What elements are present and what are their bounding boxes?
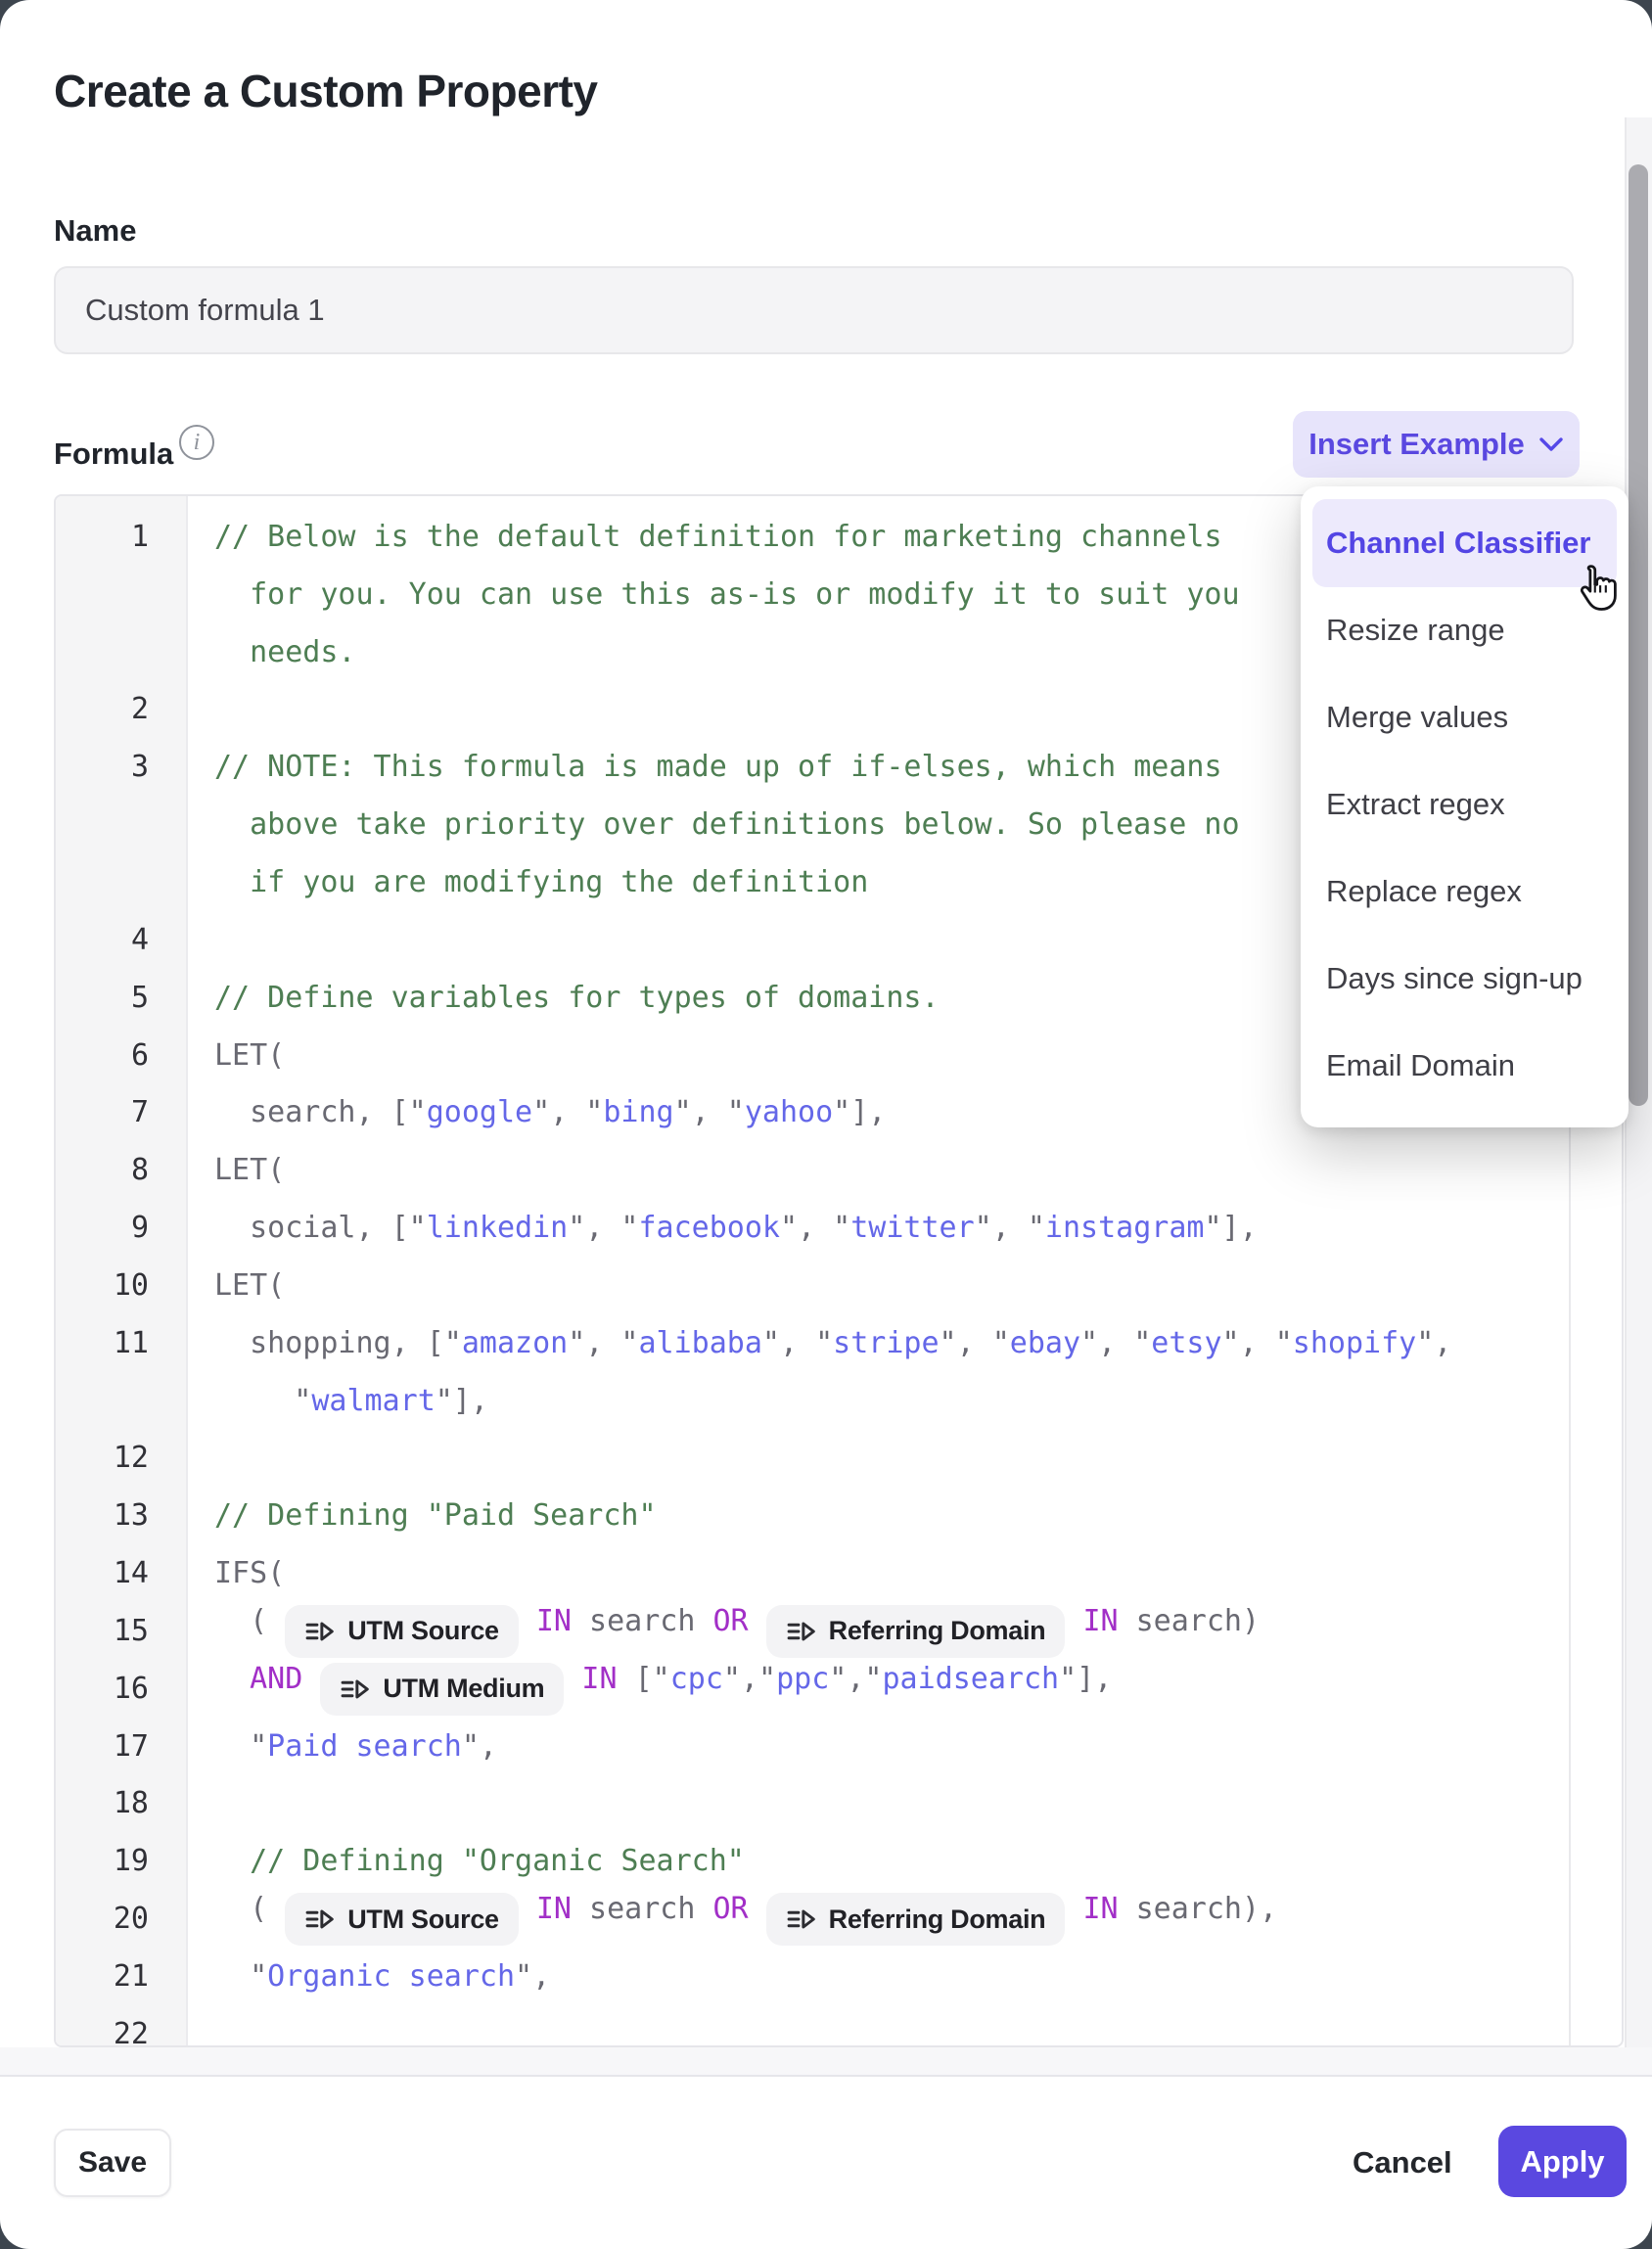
token-chip[interactable]: Referring Domain xyxy=(766,1605,1066,1658)
line-number: 9 xyxy=(56,1211,188,1245)
line-number: 11 xyxy=(56,1326,188,1360)
token-chip[interactable]: Referring Domain xyxy=(766,1893,1066,1946)
line-number: 2 xyxy=(56,692,188,726)
token-icon xyxy=(786,1905,817,1934)
code-line-content: LET( xyxy=(188,1268,1622,1303)
code-line-content: social, ["linkedin", "facebook", "twitte… xyxy=(188,1211,1622,1245)
line-number: 6 xyxy=(56,1038,188,1073)
line-number: 12 xyxy=(56,1441,188,1475)
save-button[interactable]: Save xyxy=(54,2129,171,2197)
token-icon xyxy=(786,1617,817,1646)
code-line: 16AND UTM Medium IN ["cpc","ppc","paidse… xyxy=(56,1660,1622,1718)
token-chip-label: UTM Source xyxy=(347,1616,499,1646)
token-icon xyxy=(304,1905,336,1934)
line-number: 7 xyxy=(56,1095,188,1129)
line-number: 10 xyxy=(56,1268,188,1303)
token-chip-label: UTM Source xyxy=(347,1905,499,1935)
code-line: 15( UTM Source IN search OR Referring Do… xyxy=(56,1602,1622,1660)
code-line: 13// Defining "Paid Search" xyxy=(56,1487,1622,1544)
code-line: 19// Defining "Organic Search" xyxy=(56,1832,1622,1890)
info-icon[interactable]: i xyxy=(179,425,214,460)
code-line-content: ( UTM Source IN search OR Referring Doma… xyxy=(188,1892,1622,1946)
line-number: 14 xyxy=(56,1556,188,1590)
token-chip-label: Referring Domain xyxy=(829,1616,1046,1646)
menu-item-highlighted[interactable]: Channel Classifier xyxy=(1312,499,1617,587)
line-number: 18 xyxy=(56,1786,188,1820)
menu-item[interactable]: Extract regex xyxy=(1326,787,1505,822)
line-number: 3 xyxy=(56,750,188,784)
token-chip-label: UTM Medium xyxy=(383,1674,544,1704)
menu-item[interactable]: Email Domain xyxy=(1326,1048,1515,1083)
code-line-content: LET( xyxy=(188,1153,1622,1187)
line-number: 19 xyxy=(56,1844,188,1878)
code-line-content: "walmart"], xyxy=(188,1384,1622,1418)
token-chip[interactable]: UTM Source xyxy=(285,1893,519,1946)
code-line: 14IFS( xyxy=(56,1544,1622,1602)
name-label: Name xyxy=(54,213,136,249)
apply-button[interactable]: Apply xyxy=(1498,2126,1627,2197)
page-title: Create a Custom Property xyxy=(54,65,598,117)
code-line: 21"Organic search", xyxy=(56,1948,1622,2005)
create-custom-property-modal: Create a Custom Property Name Custom for… xyxy=(0,0,1652,2249)
line-number: 1 xyxy=(56,520,188,554)
menu-item[interactable]: Resize range xyxy=(1326,613,1505,648)
insert-example-label: Insert Example xyxy=(1308,427,1525,462)
modal-scrollbar-thumb[interactable] xyxy=(1629,164,1648,1106)
token-icon xyxy=(340,1675,371,1704)
code-line-content: // Defining "Paid Search" xyxy=(188,1498,1622,1533)
code-line-content: AND UTM Medium IN ["cpc","ppc","paidsear… xyxy=(188,1662,1622,1716)
code-line-content: // Defining "Organic Search" xyxy=(188,1844,1622,1878)
code-line: 9social, ["linkedin", "facebook", "twitt… xyxy=(56,1199,1622,1257)
insert-example-button[interactable]: Insert Example xyxy=(1293,411,1580,478)
code-line: 12 xyxy=(56,1430,1622,1488)
line-number: 17 xyxy=(56,1729,188,1764)
hand-cursor xyxy=(1573,563,1624,622)
code-line: 18 xyxy=(56,1775,1622,1833)
menu-item-label: Channel Classifier xyxy=(1326,499,1590,587)
cancel-button[interactable]: Cancel xyxy=(1329,2129,1476,2197)
code-line: 22 xyxy=(56,2005,1622,2047)
code-line: "walmart"], xyxy=(56,1372,1622,1430)
code-line: 11shopping, ["amazon", "alibaba", "strip… xyxy=(56,1314,1622,1372)
code-line: 8LET( xyxy=(56,1141,1622,1199)
code-line-content: ( UTM Source IN search OR Referring Doma… xyxy=(188,1604,1622,1658)
line-number: 4 xyxy=(56,923,188,957)
token-chip[interactable]: UTM Source xyxy=(285,1605,519,1658)
line-number: 21 xyxy=(56,1959,188,1994)
name-input[interactable]: Custom formula 1 xyxy=(54,266,1574,354)
code-line: 10LET( xyxy=(56,1257,1622,1314)
content-footer-divider xyxy=(0,2047,1652,2077)
code-line-content: IFS( xyxy=(188,1556,1622,1590)
menu-item[interactable]: Merge values xyxy=(1326,700,1508,735)
code-line-content: shopping, ["amazon", "alibaba", "stripe"… xyxy=(188,1326,1622,1360)
token-icon xyxy=(304,1617,336,1646)
chevron-down-icon xyxy=(1538,436,1564,453)
code-line: 17"Paid search", xyxy=(56,1718,1622,1775)
line-number: 13 xyxy=(56,1498,188,1533)
menu-item[interactable]: Days since sign-up xyxy=(1326,961,1583,996)
code-line: 20( UTM Source IN search OR Referring Do… xyxy=(56,1890,1622,1948)
line-number: 5 xyxy=(56,981,188,1015)
code-line-content: "Organic search", xyxy=(188,1959,1622,1994)
line-number: 16 xyxy=(56,1672,188,1706)
token-chip-label: Referring Domain xyxy=(829,1905,1046,1935)
token-chip[interactable]: UTM Medium xyxy=(320,1663,564,1716)
formula-label: Formula xyxy=(54,436,173,472)
name-input-value: Custom formula 1 xyxy=(85,293,325,328)
line-number: 22 xyxy=(56,2017,188,2047)
code-line-content: "Paid search", xyxy=(188,1729,1622,1764)
line-number: 15 xyxy=(56,1614,188,1648)
line-number: 8 xyxy=(56,1153,188,1187)
menu-item[interactable]: Replace regex xyxy=(1326,874,1522,909)
line-number: 20 xyxy=(56,1902,188,1936)
